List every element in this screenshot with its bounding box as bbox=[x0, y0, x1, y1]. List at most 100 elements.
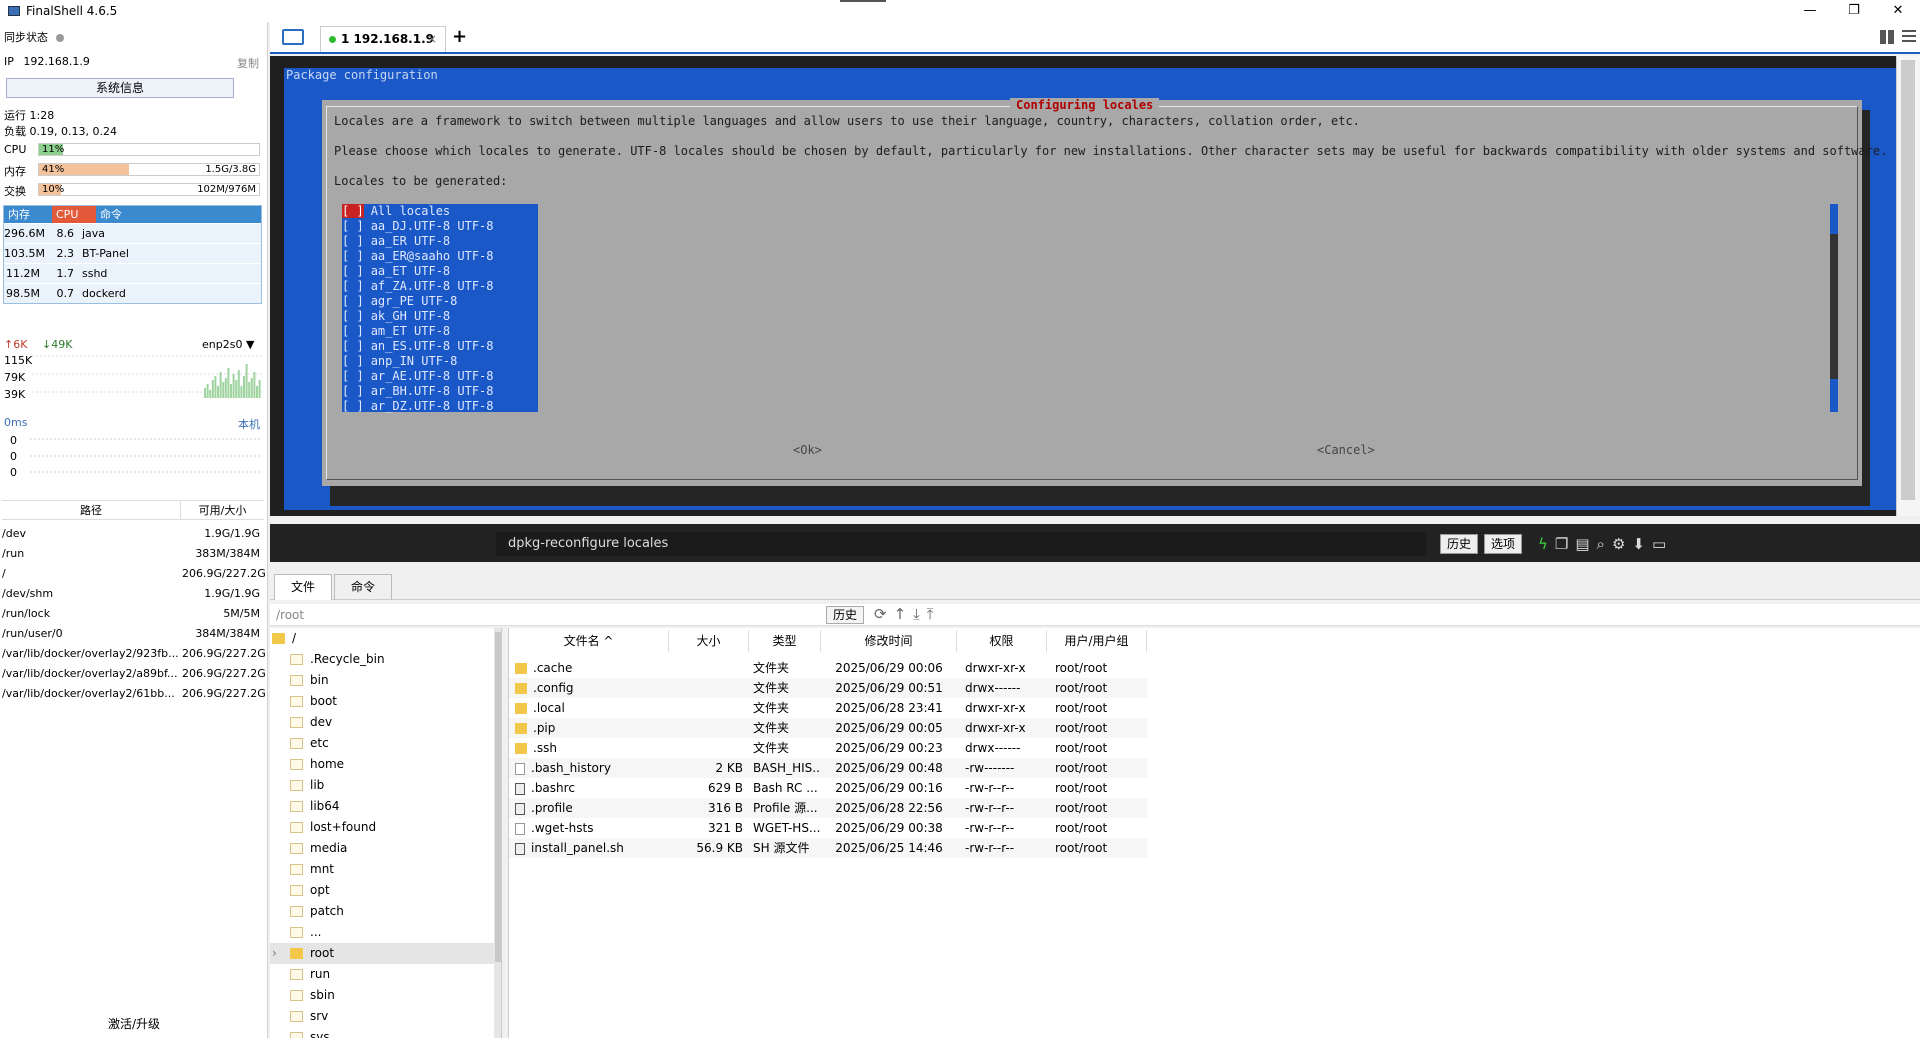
locale-checkbox[interactable]: [ ] bbox=[342, 369, 364, 383]
disk-row[interactable]: /var/lib/docker/overlay2/61bb... 206.9G/2… bbox=[2, 684, 266, 704]
close-button[interactable]: ✕ bbox=[1876, 0, 1920, 22]
tree-item[interactable]: mnt bbox=[290, 859, 334, 880]
file-row[interactable]: .local 文件夹 2025/06/28 23:41 drwxr-xr-x root/… bbox=[509, 698, 1147, 718]
disk-row[interactable]: / 206.9G/227.2G bbox=[2, 564, 266, 584]
file-row[interactable]: .bash_history 2 KB BASH_HIS... 2025/06/29 0… bbox=[509, 758, 1147, 778]
locale-option[interactable]: [ ] af_ZA.UTF-8 UTF-8 bbox=[342, 279, 538, 294]
search-icon[interactable]: ⌕ bbox=[1597, 534, 1605, 554]
locale-checkbox[interactable]: [ ] bbox=[342, 354, 364, 368]
locale-option[interactable]: [ ] aa_ER@saaho UTF-8 bbox=[342, 249, 538, 264]
tree-scrollbar[interactable] bbox=[494, 628, 501, 1038]
file-row[interactable]: .wget-hsts 321 B WGET-HS... 2025/06/29 00:3… bbox=[509, 818, 1147, 838]
file-row[interactable]: .cache 文件夹 2025/06/29 00:06 drwxr-xr-x root/… bbox=[509, 658, 1147, 678]
locale-list-scrollbar[interactable] bbox=[1830, 204, 1838, 412]
locale-option[interactable]: [ ] ar_DZ.UTF-8 UTF-8 bbox=[342, 399, 538, 414]
locale-option[interactable]: [ ] ar_AE.UTF-8 UTF-8 bbox=[342, 369, 538, 384]
locale-checkbox[interactable]: [ ] bbox=[342, 249, 364, 263]
locale-option[interactable]: [ ] aa_ET UTF-8 bbox=[342, 264, 538, 279]
copy-icon[interactable]: ❐ bbox=[1555, 534, 1568, 554]
locale-checkbox[interactable]: [ ] bbox=[342, 234, 364, 248]
disk-row[interactable]: /var/lib/docker/overlay2/923fb... 206.9G/… bbox=[2, 644, 266, 664]
tab-files[interactable]: 文件 bbox=[274, 574, 332, 600]
tree-item[interactable]: lib64 bbox=[290, 796, 340, 817]
tree-item[interactable]: / bbox=[272, 628, 296, 649]
col-disk-size[interactable]: 可用/大小 bbox=[180, 501, 264, 519]
col-mtime[interactable]: 修改时间 bbox=[821, 630, 957, 652]
paste-icon[interactable]: ▤ bbox=[1575, 534, 1589, 554]
col-permissions[interactable]: 权限 bbox=[957, 630, 1047, 652]
locale-option[interactable]: [ ] agr_PE UTF-8 bbox=[342, 294, 538, 309]
terminal-scroll-thumb[interactable] bbox=[1901, 60, 1915, 500]
col-size[interactable]: 大小 bbox=[669, 630, 749, 652]
tree-item[interactable]: lib bbox=[290, 775, 324, 796]
window-icon[interactable]: ▭ bbox=[1652, 534, 1666, 554]
process-row[interactable]: 11.2M 1.7 sshd bbox=[4, 263, 261, 283]
tree-item[interactable]: srv bbox=[290, 1006, 328, 1027]
locale-checkbox[interactable]: [ ] bbox=[342, 309, 364, 323]
process-row[interactable]: 98.5M 0.7 dockerd bbox=[4, 283, 261, 303]
download-icon[interactable]: ⤓ bbox=[913, 605, 920, 623]
col-cpu[interactable]: CPU bbox=[52, 206, 96, 223]
tree-item[interactable]: › root bbox=[272, 943, 334, 964]
disk-row[interactable]: /run/user/0 384M/384M bbox=[2, 624, 260, 644]
gear-icon[interactable]: ⚙ bbox=[1612, 534, 1625, 554]
file-row[interactable]: .bashrc 629 B Bash RC ... 2025/06/29 00:16 -… bbox=[509, 778, 1147, 798]
restore-button[interactable]: ❐ bbox=[1832, 0, 1876, 22]
tree-item[interactable]: bin bbox=[290, 670, 329, 691]
col-memory[interactable]: 内存 bbox=[4, 206, 52, 223]
locale-list-scroll-thumb[interactable] bbox=[1830, 204, 1838, 234]
close-tab-icon[interactable]: × bbox=[427, 27, 437, 51]
net-interface-select[interactable]: enp2s0 ▼ bbox=[202, 338, 254, 351]
upload-icon[interactable]: ⤒ bbox=[927, 605, 934, 623]
cancel-button[interactable]: <Cancel> bbox=[1317, 443, 1375, 457]
activate-upgrade-link[interactable]: 激活/升级 bbox=[0, 1015, 268, 1032]
ping-host[interactable]: 本机 bbox=[238, 416, 260, 432]
file-row[interactable]: .config 文件夹 2025/06/29 00:51 drwx------ root… bbox=[509, 678, 1147, 698]
disk-row[interactable]: /dev 1.9G/1.9G bbox=[2, 524, 260, 544]
process-row[interactable]: 103.5M 2.3 BT-Panel bbox=[4, 243, 261, 263]
locale-option[interactable]: [ ] ak_GH UTF-8 bbox=[342, 309, 538, 324]
locale-option[interactable]: [ ] ar_BH.UTF-8 UTF-8 bbox=[342, 384, 538, 399]
locale-option[interactable]: [ ] aa_ER UTF-8 bbox=[342, 234, 538, 249]
copy-ip-link[interactable]: 复制 bbox=[237, 55, 259, 71]
tree-item[interactable]: boot bbox=[290, 691, 337, 712]
drag-handle[interactable] bbox=[840, 0, 886, 2]
chevron-right-icon[interactable]: › bbox=[272, 943, 277, 964]
path-input[interactable]: /root bbox=[276, 606, 304, 624]
locale-checkbox[interactable]: [ ] bbox=[342, 324, 364, 338]
disk-row[interactable]: /var/lib/docker/overlay2/a89bf... 206.9G/… bbox=[2, 664, 266, 684]
open-folder-icon[interactable] bbox=[282, 29, 304, 45]
col-filename[interactable]: 文件名 ^ bbox=[509, 630, 669, 652]
col-owner[interactable]: 用户/用户组 bbox=[1047, 630, 1147, 652]
locale-option[interactable]: [ ] am_ET UTF-8 bbox=[342, 324, 538, 339]
tree-item[interactable]: ... bbox=[290, 922, 321, 943]
locale-checkbox[interactable]: [ ] bbox=[342, 219, 364, 233]
refresh-icon[interactable]: ⟳ bbox=[874, 605, 887, 623]
locale-option[interactable]: [ ] anp_IN UTF-8 bbox=[342, 354, 538, 369]
tree-item[interactable]: home bbox=[290, 754, 344, 775]
locale-option[interactable]: [ ] an_ES.UTF-8 UTF-8 bbox=[342, 339, 538, 354]
locale-checkbox[interactable]: [ ] bbox=[342, 204, 364, 218]
minimize-button[interactable]: — bbox=[1788, 0, 1832, 22]
tab-session[interactable]: 1 192.168.1.9 × bbox=[320, 26, 446, 52]
file-row[interactable]: install_panel.sh 56.9 KB SH 源文件 2025/06/25 … bbox=[509, 838, 1147, 858]
path-history-button[interactable]: 历史 bbox=[826, 606, 865, 624]
tab-commands[interactable]: 命令 bbox=[334, 574, 392, 600]
tree-scroll-thumb[interactable] bbox=[495, 632, 501, 962]
terminal-scrollbar[interactable] bbox=[1896, 56, 1920, 516]
up-dir-icon[interactable]: ↑ bbox=[894, 605, 907, 623]
locale-checkbox[interactable]: [ ] bbox=[342, 384, 364, 398]
col-type[interactable]: 类型 bbox=[749, 630, 821, 652]
locale-option[interactable]: [ ] All locales bbox=[342, 204, 538, 219]
arrow-down-icon[interactable]: ⬇ bbox=[1632, 534, 1645, 554]
locale-checkbox[interactable]: [ ] bbox=[342, 279, 364, 293]
col-command[interactable]: 命令 bbox=[96, 206, 261, 223]
locale-checklist[interactable]: [ ] All locales [ ] aa_DJ.UTF-8 UTF-8 [ ] aa_… bbox=[342, 204, 538, 414]
locale-checkbox[interactable]: [ ] bbox=[342, 294, 364, 308]
ok-button[interactable]: <Ok> bbox=[793, 443, 822, 457]
hamburger-menu-icon[interactable] bbox=[1902, 30, 1916, 42]
process-row[interactable]: 296.6M 8.6 java bbox=[4, 223, 261, 243]
tree-item[interactable]: run bbox=[290, 964, 330, 985]
tree-item[interactable]: sbin bbox=[290, 985, 335, 1006]
tree-item[interactable]: patch bbox=[290, 901, 344, 922]
